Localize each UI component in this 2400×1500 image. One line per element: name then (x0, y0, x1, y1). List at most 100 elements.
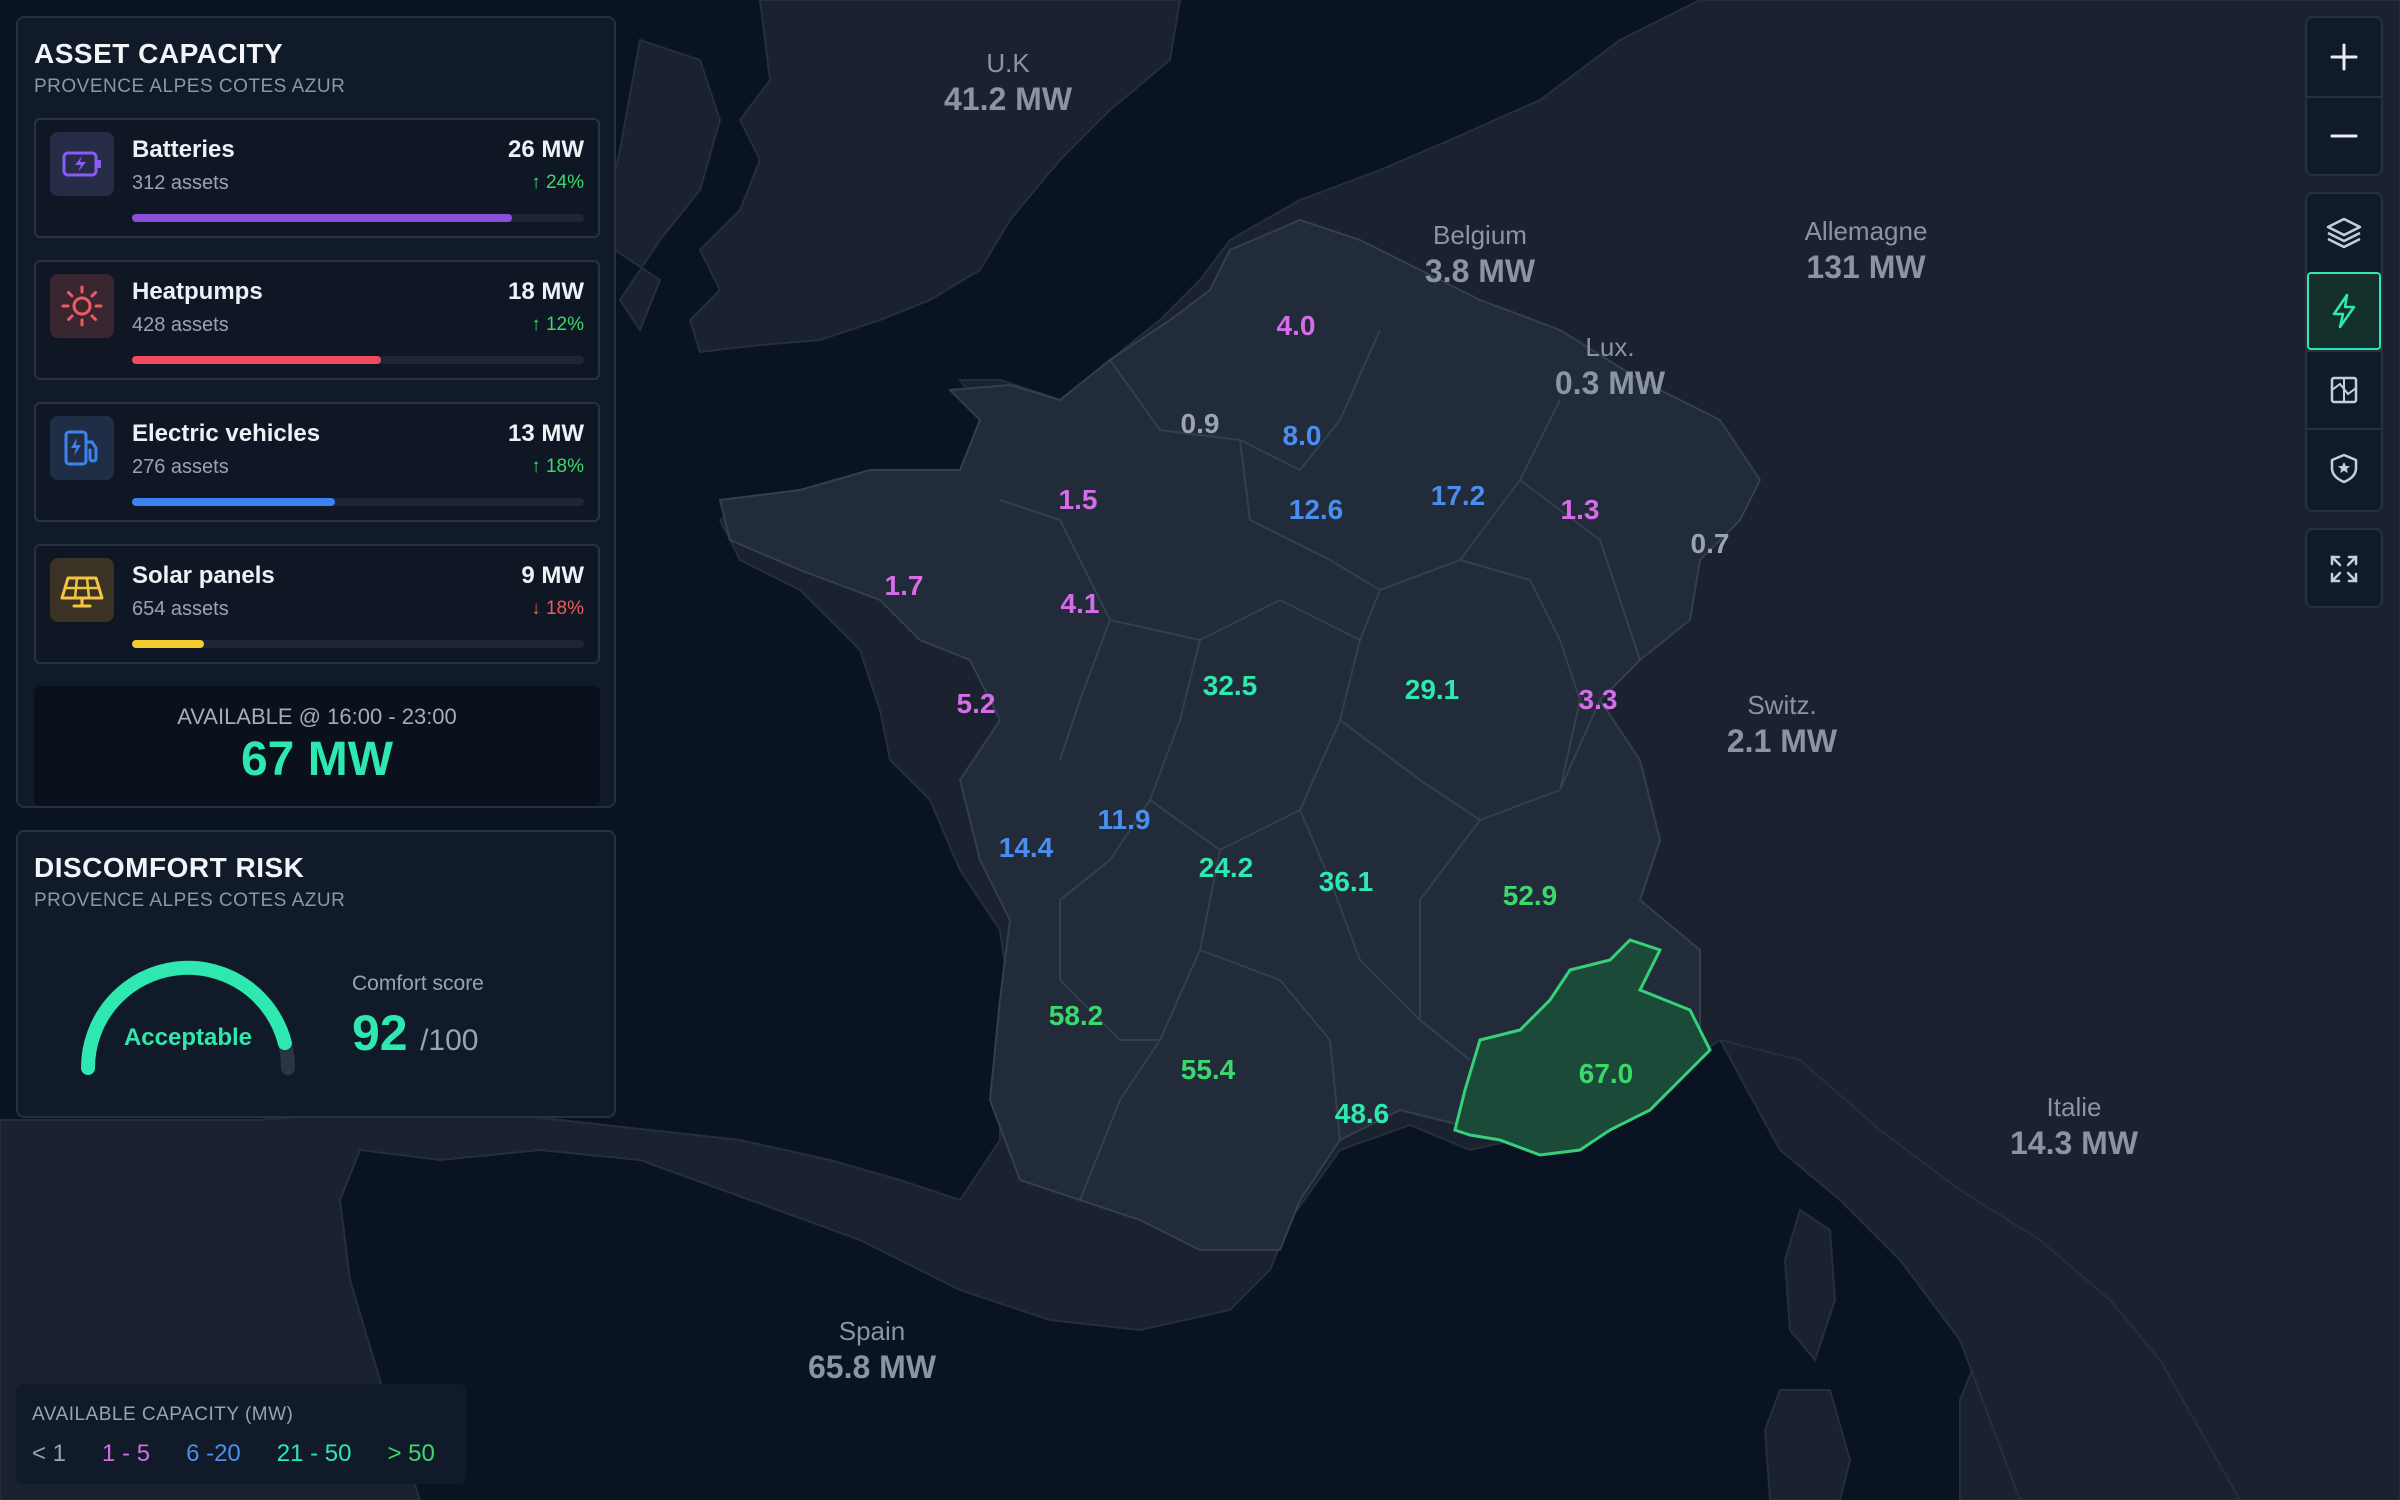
asset-mw: 18 MW (507, 278, 584, 305)
capacity-bar (132, 498, 584, 506)
asset-name: Batteries (132, 136, 235, 163)
capacity-bar (132, 640, 584, 648)
asset-count: 312 assets (132, 172, 229, 194)
capacity-bar-fill (132, 214, 512, 222)
legend-item: 6 -20 (186, 1440, 241, 1467)
fullscreen-button[interactable] (2307, 530, 2381, 608)
layers-button[interactable] (2307, 194, 2381, 272)
region-label[interactable]: 5.2 (957, 688, 996, 720)
panel-region: PROVENCE ALPES COTES AZUR (34, 890, 346, 911)
map-style-icon (2330, 376, 2358, 404)
region-label[interactable]: 32.5 (1203, 670, 1258, 702)
region-label[interactable]: 12.6 (1289, 494, 1344, 526)
asset-card-solar-panels[interactable]: Solar panels 654 assets 9 MW ↓ 18% (34, 544, 600, 664)
region-label[interactable]: 67.0 (1579, 1058, 1634, 1090)
capacity-bar-fill (132, 640, 205, 648)
region-label[interactable]: 29.1 (1405, 674, 1460, 706)
asset-mw: 13 MW (507, 420, 584, 447)
comfort-gauge (80, 960, 295, 1075)
asset-name: Electric vehicles (132, 420, 321, 447)
asset-mw: 9 MW (521, 562, 584, 589)
ev-charger-icon (50, 416, 114, 480)
comfort-score-max: /100 (420, 1024, 479, 1057)
fullscreen-icon (2330, 555, 2358, 583)
asset-delta: ↑ 12% (531, 314, 584, 335)
region-label[interactable]: 48.6 (1335, 1098, 1390, 1130)
capacity-layer-button[interactable] (2307, 272, 2381, 350)
region-label[interactable]: 1.5 (1059, 484, 1098, 516)
layer-controls (2305, 192, 2383, 512)
sun-icon (50, 274, 114, 338)
region-label[interactable]: 0.9 (1181, 408, 1220, 440)
zoom-in-icon (2330, 43, 2358, 71)
shield-star-icon (2330, 453, 2358, 484)
available-label: AVAILABLE @ 16:00 - 23:00 (177, 704, 457, 729)
available-value: 67 MW (240, 733, 393, 786)
region-label[interactable]: 24.2 (1199, 852, 1254, 884)
capacity-bar-fill (132, 498, 336, 506)
zoom-controls (2305, 16, 2383, 176)
legend-title: AVAILABLE CAPACITY (MW) (32, 1404, 294, 1425)
asset-count: 428 assets (132, 314, 229, 336)
capacity-bar (132, 214, 584, 222)
region-label[interactable]: 55.4 (1181, 1054, 1236, 1086)
asset-count: 654 assets (132, 598, 229, 620)
zoom-in-button[interactable] (2307, 18, 2381, 96)
region-label[interactable]: 1.7 (885, 570, 924, 602)
capacity-bar (132, 356, 584, 364)
asset-capacity-panel: ASSET CAPACITY PROVENCE ALPES COTES AZUR… (16, 16, 616, 808)
country-label: U.K 41.2 MW (943, 48, 1073, 117)
region-label[interactable]: 4.0 (1277, 310, 1316, 342)
capacity-legend: AVAILABLE CAPACITY (MW) < 1 1 - 5 6 -20 … (16, 1384, 466, 1484)
lightning-icon (2332, 293, 2356, 329)
asset-card-electric-vehicles[interactable]: Electric vehicles 276 assets 13 MW ↑ 18% (34, 402, 600, 522)
country-label: Spain 65.8 MW (807, 1316, 937, 1385)
comfort-gauge-fill (80, 960, 292, 1075)
region-label[interactable]: 11.9 (1098, 804, 1151, 836)
legend-item: 1 - 5 (102, 1440, 151, 1467)
comfort-score: 92 /100 (352, 1004, 478, 1062)
asset-delta: ↑ 24% (531, 172, 584, 193)
region-label[interactable]: 17.2 (1431, 480, 1486, 512)
region-label[interactable]: 14.4 (999, 832, 1054, 864)
country-label: Italie 14.3 MW (2009, 1092, 2139, 1161)
available-capacity-box: AVAILABLE @ 16:00 - 23:00 67 MW (34, 686, 600, 806)
panel-region: PROVENCE ALPES COTES AZUR (34, 76, 346, 97)
zoom-out-icon (2330, 134, 2358, 138)
discomfort-risk-panel: DISCOMFORT RISK PROVENCE ALPES COTES AZU… (16, 830, 616, 1118)
solar-panel-icon (50, 558, 114, 622)
asset-card-heatpumps[interactable]: Heatpumps 428 assets 18 MW ↑ 12% (34, 260, 600, 380)
region-label[interactable]: 4.1 (1061, 588, 1100, 620)
battery-icon (50, 132, 114, 196)
country-label: Allemagne 131 MW (1804, 216, 1928, 285)
region-label[interactable]: 58.2 (1049, 1000, 1104, 1032)
panel-title: DISCOMFORT RISK (34, 852, 305, 883)
region-label[interactable]: 8.0 (1283, 420, 1322, 452)
asset-name: Solar panels (132, 562, 275, 589)
comfort-score-value: 92 (352, 1005, 408, 1061)
region-label[interactable]: 36.1 (1319, 866, 1374, 898)
fullscreen-control (2305, 528, 2383, 608)
legend-item: 21 - 50 (276, 1440, 352, 1467)
map-style-button[interactable] (2307, 350, 2381, 428)
asset-count: 276 assets (132, 456, 229, 478)
region-label[interactable]: 1.3 (1561, 494, 1600, 526)
region-label[interactable]: 52.9 (1503, 880, 1558, 912)
country-label: Belgium 3.8 MW (1424, 220, 1536, 289)
asset-card-batteries[interactable]: Batteries 312 assets 26 MW ↑ 24% (34, 118, 600, 238)
security-layer-button[interactable] (2307, 428, 2381, 506)
region-label[interactable]: 3.3 (1579, 684, 1618, 716)
legend-item: > 50 (387, 1440, 435, 1467)
legend-item: < 1 (32, 1440, 67, 1467)
comfort-score-label: Comfort score (352, 972, 484, 995)
asset-delta: ↓ 18% (531, 598, 584, 619)
asset-delta: ↑ 18% (531, 456, 584, 477)
asset-name: Heatpumps (132, 278, 263, 305)
country-label: Lux. 0.3 MW (1554, 332, 1666, 401)
asset-mw: 26 MW (507, 136, 584, 163)
zoom-out-button[interactable] (2307, 96, 2381, 174)
country-label: Switz. 2.1 MW (1726, 690, 1838, 759)
layers-icon (2326, 217, 2362, 249)
gauge-label: Acceptable (123, 1024, 253, 1051)
region-label[interactable]: 0.7 (1691, 528, 1730, 560)
